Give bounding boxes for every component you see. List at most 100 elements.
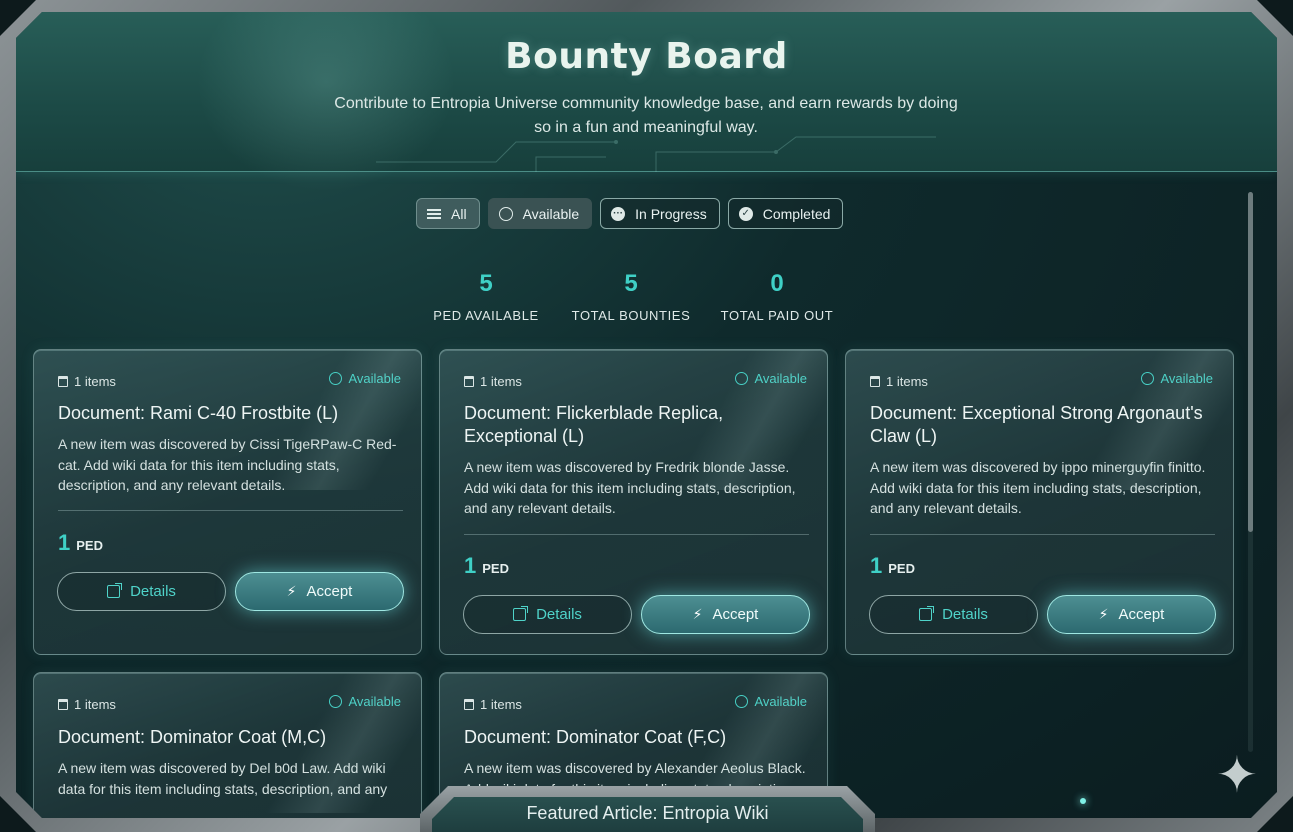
- reward: 1 PED: [464, 553, 509, 579]
- box-icon: [870, 376, 880, 387]
- lightning-icon: ⚡: [286, 583, 297, 599]
- filter-in-progress-label: In Progress: [635, 205, 707, 222]
- item-count: 1 items: [464, 697, 522, 712]
- circle-icon: [329, 372, 343, 385]
- bounty-description: A new item was discovered by Del b0d Law…: [58, 760, 388, 797]
- bounty-title: Document: Dominator Coat (F,C): [464, 727, 727, 747]
- check-icon: ✓: [738, 206, 753, 221]
- list-icon: [427, 207, 441, 221]
- bounty-title: Document: Dominator Coat (M,C): [58, 727, 327, 747]
- box-icon: [58, 699, 68, 710]
- bounty-card: 1 items Available Document: Rami C-40 Fr…: [33, 349, 422, 655]
- page-title: Bounty Board: [505, 36, 788, 77]
- box-icon: [58, 376, 68, 387]
- stat-value: 5: [624, 270, 638, 297]
- accept-button[interactable]: ⚡ Accept: [1047, 595, 1216, 634]
- header-banner: Bounty Board Contribute to Entropia Univ…: [16, 12, 1277, 192]
- bounty-card: 1 items Available Document: Flickerblade…: [439, 349, 828, 655]
- bounty-title: Document: Rami C-40 Frostbite (L): [58, 403, 339, 423]
- dots-icon: ···: [611, 206, 626, 221]
- reward-amount: 1: [464, 553, 477, 578]
- reward: 1 PED: [870, 553, 915, 579]
- stat-total-bounties: 5 TOTAL BOUNTIES: [566, 270, 696, 323]
- scrollbar-thumb[interactable]: [1248, 192, 1253, 532]
- reward-unit: PED: [76, 538, 103, 553]
- sparkle-dot: [1080, 798, 1086, 804]
- bounty-card: 1 items Available Document: Dominator Co…: [33, 672, 422, 818]
- filter-bar: All Available ··· In Progress ✓ Complete…: [416, 198, 844, 229]
- box-icon: [464, 376, 474, 387]
- filter-available-button[interactable]: Available: [487, 198, 593, 229]
- stat-value: 5: [479, 270, 493, 297]
- bounty-card: 1 items Available Document: Exceptional …: [845, 349, 1234, 655]
- status-badge: Available: [735, 694, 807, 709]
- details-label: Details: [130, 583, 176, 600]
- details-label: Details: [942, 606, 988, 623]
- stat-label: TOTAL PAID OUT: [720, 308, 834, 323]
- reward-amount: 1: [870, 553, 883, 578]
- filter-in-progress-button[interactable]: ··· In Progress: [600, 198, 720, 229]
- sparkle-icon: ✦: [1216, 747, 1258, 803]
- external-link-icon: [107, 583, 123, 598]
- divider: [870, 534, 1215, 535]
- status-badge: Available: [1141, 371, 1213, 386]
- filter-all-button[interactable]: All: [416, 198, 480, 229]
- bounty-title: Document: Flickerblade Replica, Exceptio…: [464, 403, 724, 446]
- filter-completed-label: Completed: [762, 205, 831, 222]
- bounty-title: Document: Exceptional Strong Argonaut's …: [870, 403, 1203, 446]
- item-count-label: 1 items: [480, 697, 522, 712]
- page-subtitle: Contribute to Entropia Universe communit…: [334, 95, 958, 136]
- accept-label: Accept: [306, 583, 353, 600]
- status-badge: Available: [329, 371, 401, 386]
- item-count: 1 items: [464, 374, 522, 389]
- circle-icon: [498, 206, 513, 221]
- reward: 1 PED: [58, 530, 103, 556]
- details-button[interactable]: Details: [57, 572, 226, 611]
- reward-unit: PED: [888, 561, 915, 576]
- lightning-icon: ⚡: [692, 606, 703, 622]
- status-label: Available: [1160, 371, 1213, 386]
- item-count-label: 1 items: [480, 374, 522, 389]
- external-link-icon: [919, 606, 935, 621]
- item-count-label: 1 items: [74, 374, 116, 389]
- accept-button[interactable]: ⚡ Accept: [235, 572, 404, 611]
- accept-button[interactable]: ⚡ Accept: [641, 595, 810, 634]
- bounty-description: A new item was discovered by Cissi TigeR…: [58, 436, 397, 493]
- item-count-label: 1 items: [74, 697, 116, 712]
- accept-label: Accept: [712, 606, 759, 623]
- stat-total-paid-out: 0 TOTAL PAID OUT: [716, 270, 838, 323]
- reward-unit: PED: [482, 561, 509, 576]
- status-label: Available: [754, 694, 807, 709]
- filter-all-label: All: [451, 205, 467, 222]
- lightning-icon: ⚡: [1098, 606, 1109, 622]
- item-count: 1 items: [58, 697, 116, 712]
- featured-article-link[interactable]: Featured Article: Entropia Wiki: [432, 797, 863, 832]
- bounty-description: A new item was discovered by Fredrik blo…: [464, 459, 796, 516]
- bounty-board-panel: Bounty Board Contribute to Entropia Univ…: [16, 12, 1277, 818]
- circle-icon: [329, 695, 343, 708]
- status-badge: Available: [735, 371, 807, 386]
- accept-label: Accept: [1118, 606, 1165, 623]
- stat-ped-available: 5 PED AVAILABLE: [426, 270, 546, 323]
- item-count-label: 1 items: [886, 374, 928, 389]
- external-link-icon: [513, 606, 529, 621]
- details-label: Details: [536, 606, 582, 623]
- stat-label: TOTAL BOUNTIES: [571, 308, 691, 323]
- filter-available-label: Available: [522, 205, 580, 222]
- status-label: Available: [348, 694, 401, 709]
- circle-icon: [735, 372, 749, 385]
- status-label: Available: [348, 371, 401, 386]
- divider: [58, 510, 403, 511]
- details-button[interactable]: Details: [463, 595, 632, 634]
- circle-icon: [735, 695, 749, 708]
- filter-completed-button[interactable]: ✓ Completed: [727, 198, 844, 229]
- box-icon: [464, 699, 474, 710]
- bounty-description: A new item was discovered by ippo minerg…: [870, 459, 1206, 516]
- details-button[interactable]: Details: [869, 595, 1038, 634]
- status-badge: Available: [329, 694, 401, 709]
- circle-icon: [1141, 372, 1155, 385]
- stat-label: PED AVAILABLE: [433, 308, 539, 323]
- scrollbar[interactable]: [1248, 192, 1253, 752]
- reward-amount: 1: [58, 530, 71, 555]
- item-count: 1 items: [58, 374, 116, 389]
